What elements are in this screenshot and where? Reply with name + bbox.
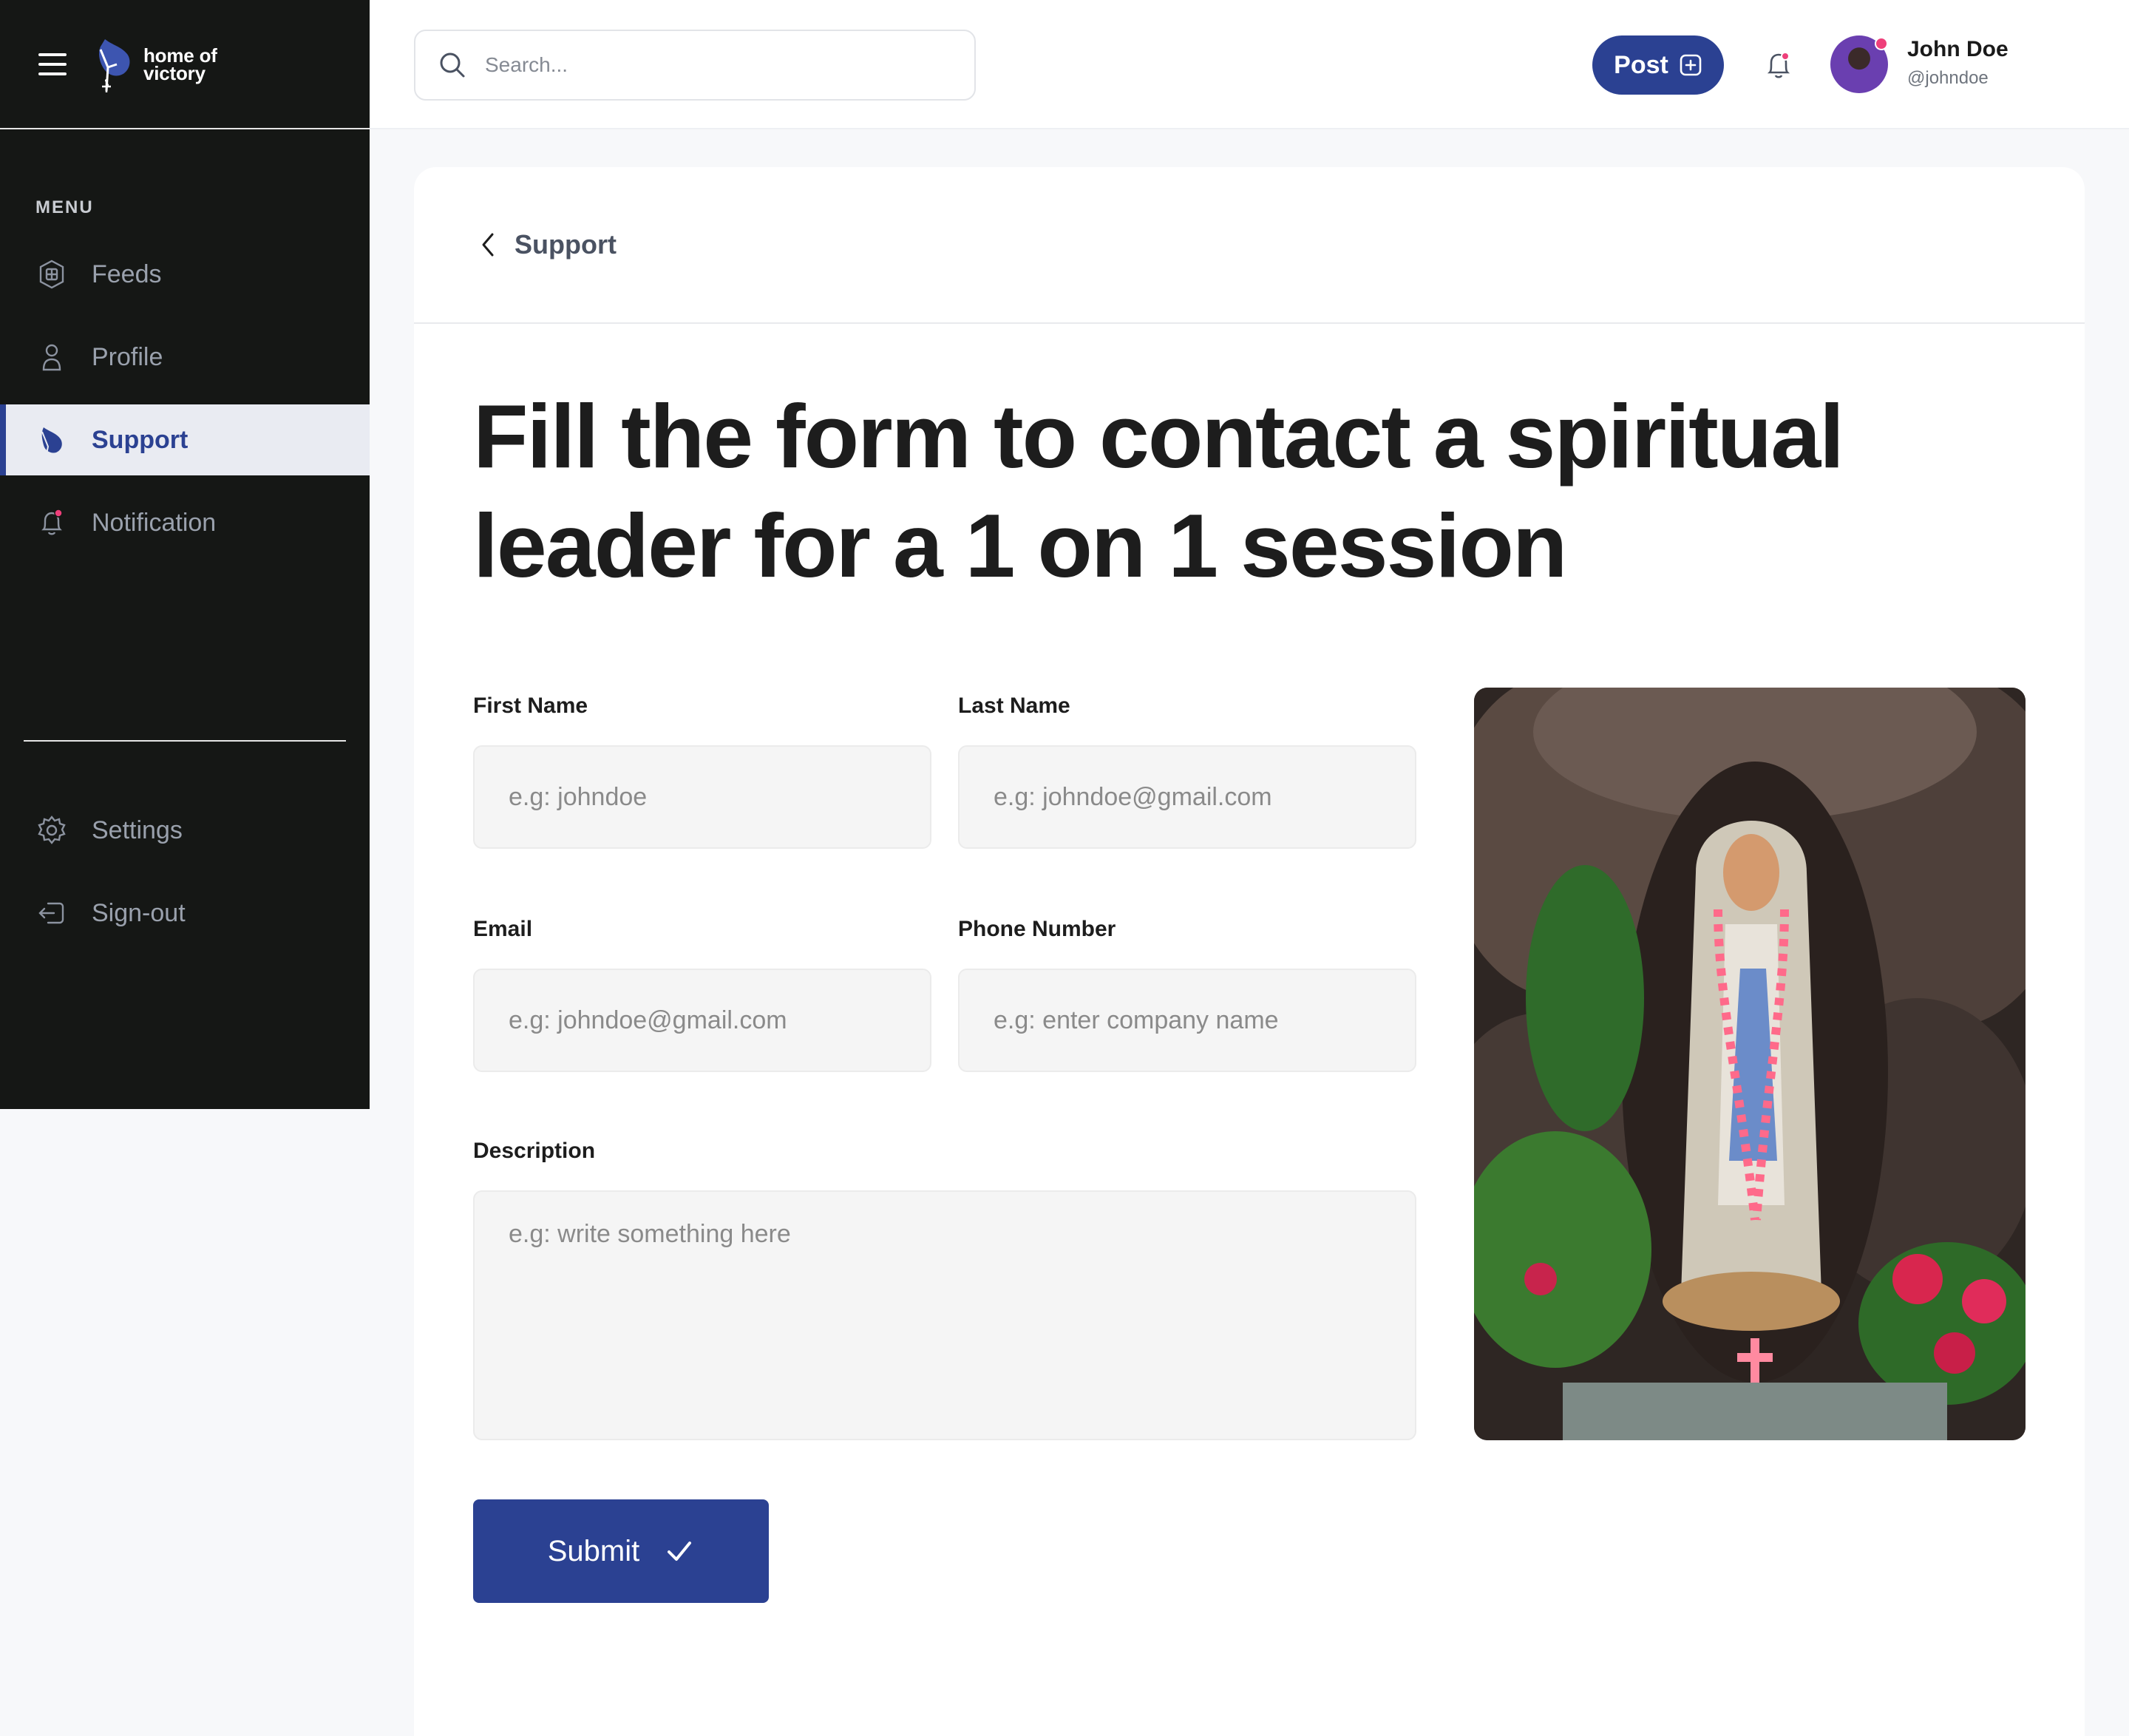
statue-illustration bbox=[1474, 688, 2026, 1440]
email-label: Email bbox=[473, 917, 533, 941]
menu-section-label: MENU bbox=[35, 197, 94, 217]
post-button[interactable]: Post bbox=[1592, 35, 1724, 95]
search-icon bbox=[440, 52, 465, 78]
sidebar-item-profile[interactable]: Profile bbox=[0, 322, 370, 393]
search-box[interactable] bbox=[414, 30, 976, 101]
sidebar-item-notification[interactable]: Notification bbox=[0, 487, 370, 558]
top-bar: Post John Doe @johndoe bbox=[370, 0, 2129, 129]
sidebar-item-label: Sign-out bbox=[92, 898, 186, 927]
sidebar-item-label: Profile bbox=[92, 342, 163, 371]
sidebar-item-support[interactable]: Support bbox=[0, 404, 370, 475]
sidebar-header: home of victory bbox=[0, 0, 370, 129]
brand-logo[interactable]: home of victory bbox=[92, 35, 217, 94]
checkmark-icon bbox=[668, 1542, 692, 1561]
submit-button[interactable]: Submit bbox=[473, 1499, 769, 1603]
brand-name: home of victory bbox=[143, 44, 217, 84]
post-button-label: Post bbox=[1614, 50, 1668, 79]
profile-icon bbox=[35, 341, 68, 373]
description-label: Description bbox=[473, 1139, 596, 1163]
brand-name-line-2: victory bbox=[143, 61, 206, 84]
phone-number-label: Phone Number bbox=[958, 917, 1116, 941]
support-form-card: Support Fill the form to contact a spiri… bbox=[414, 167, 2085, 1736]
notification-bell-icon[interactable] bbox=[1761, 47, 1796, 83]
statue-grotto-image bbox=[1474, 688, 2026, 1440]
brand-name-line-1: home of bbox=[143, 44, 217, 67]
email-field[interactable] bbox=[473, 969, 931, 1072]
settings-icon bbox=[35, 814, 68, 847]
sidebar: home of victory MENU Feeds Profile Suppo… bbox=[0, 0, 370, 1109]
sidebar-item-label: Notification bbox=[92, 508, 217, 537]
page-title: Fill the form to contact a spiritual lea… bbox=[473, 386, 1844, 596]
card-header: Support bbox=[414, 167, 2085, 324]
dove-logo-icon bbox=[99, 38, 130, 92]
sidebar-item-label: Settings bbox=[92, 816, 183, 844]
phone-number-field[interactable] bbox=[958, 969, 1416, 1072]
user-handle: @johndoe bbox=[1907, 68, 1989, 88]
sidebar-item-feeds[interactable]: Feeds bbox=[0, 239, 370, 310]
submit-button-label: Submit bbox=[547, 1534, 640, 1567]
last-name-field[interactable] bbox=[958, 745, 1416, 849]
first-name-label: First Name bbox=[473, 694, 588, 718]
first-name-field[interactable] bbox=[473, 745, 931, 849]
description-field[interactable] bbox=[473, 1190, 1416, 1440]
sign-out-icon bbox=[35, 897, 68, 929]
search-input[interactable] bbox=[485, 53, 928, 77]
feeds-icon bbox=[35, 258, 68, 291]
support-icon bbox=[35, 424, 68, 456]
hamburger-menu-icon[interactable] bbox=[38, 52, 67, 75]
back-link-label: Support bbox=[515, 229, 617, 260]
sidebar-item-label: Feeds bbox=[92, 260, 162, 288]
notification-icon bbox=[35, 506, 68, 539]
user-name[interactable]: John Doe bbox=[1907, 37, 2009, 62]
sidebar-item-sign-out[interactable]: Sign-out bbox=[0, 878, 370, 949]
back-link[interactable]: Support bbox=[478, 229, 617, 260]
last-name-label: Last Name bbox=[958, 694, 1070, 718]
sidebar-item-label: Support bbox=[92, 425, 189, 454]
sidebar-item-settings[interactable]: Settings bbox=[0, 795, 370, 866]
chevron-left-icon bbox=[482, 233, 494, 257]
add-square-icon bbox=[1680, 54, 1702, 76]
online-status-dot bbox=[1875, 37, 1888, 50]
user-avatar[interactable] bbox=[1830, 35, 1888, 93]
sidebar-divider bbox=[24, 740, 346, 742]
